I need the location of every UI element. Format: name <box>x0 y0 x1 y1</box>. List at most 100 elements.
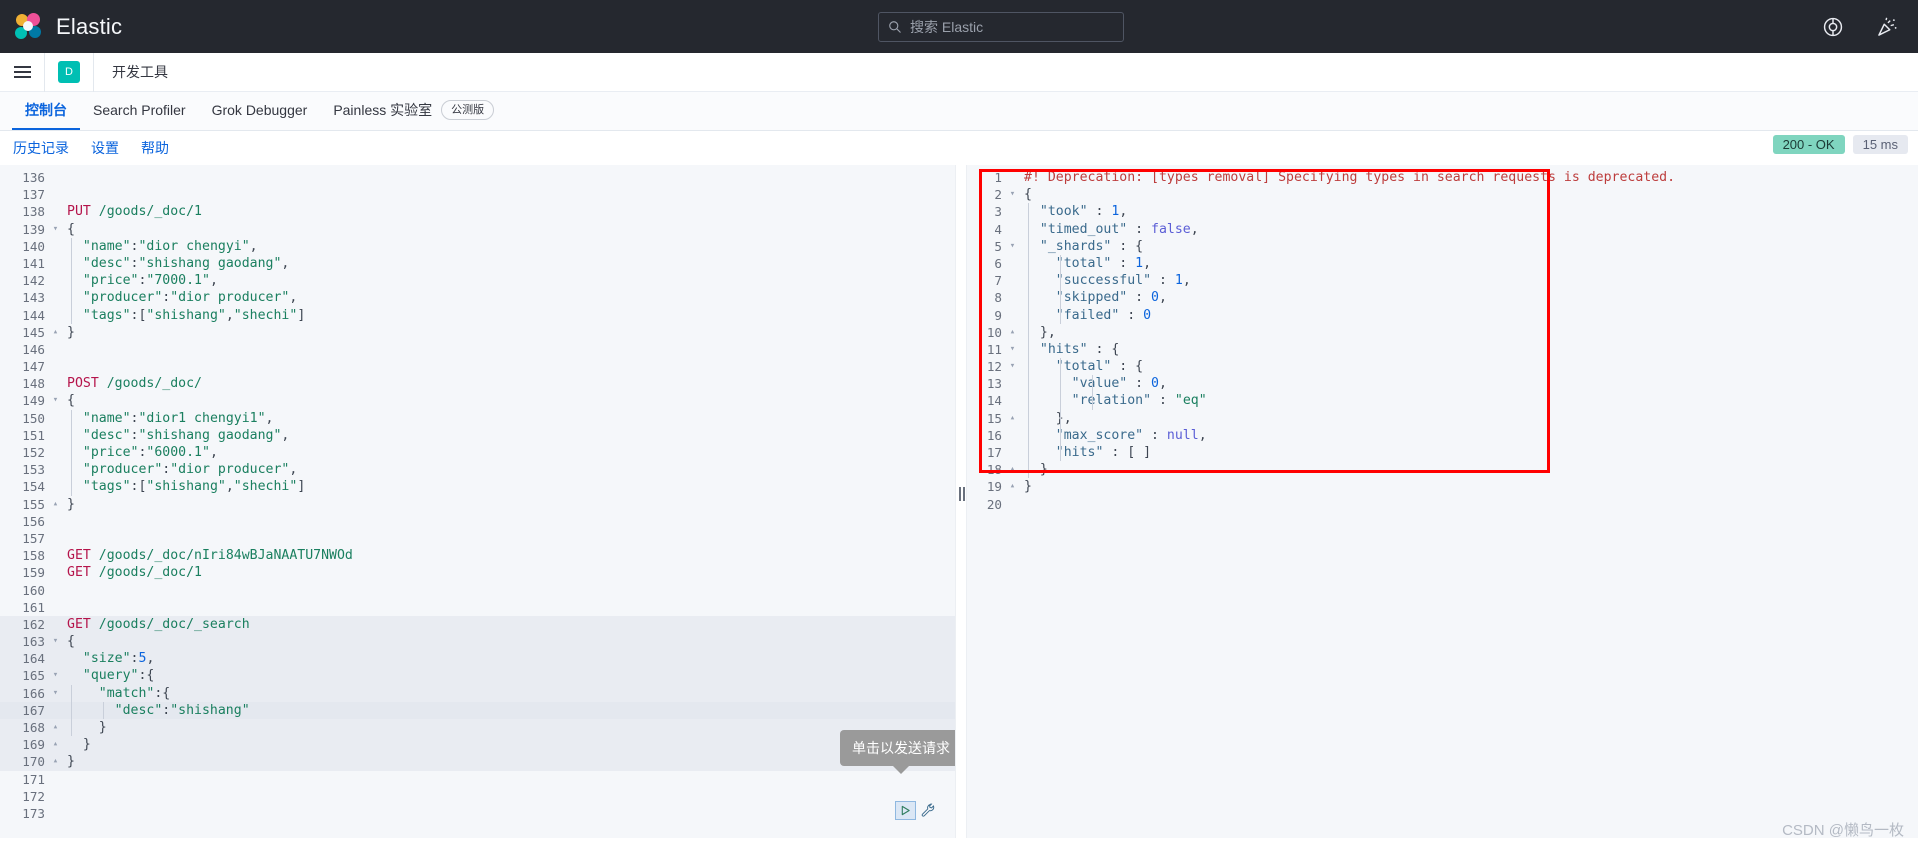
global-search-input[interactable]: 搜索 Elastic <box>878 12 1124 42</box>
code-line-text: "price":"7000.1", <box>67 273 218 289</box>
code-line: 153 "producer":"dior producer", <box>0 461 955 479</box>
indent-guide <box>1059 254 1061 273</box>
news-announcement-icon[interactable] <box>1876 16 1898 38</box>
request-actions-menu-button[interactable] <box>919 801 938 820</box>
indent-guide <box>71 444 72 462</box>
line-number: 173 <box>22 805 45 821</box>
line-number: 162 <box>22 616 45 632</box>
fold-toggle-icon[interactable]: ▴ <box>50 753 61 770</box>
help-lifebuoy-icon[interactable] <box>1822 16 1844 38</box>
code-line: 8 "skipped" : 0, <box>967 289 1918 307</box>
indent-guide <box>1091 375 1093 393</box>
code-line-text: GET /goods/_doc/nIri84wBJaNAATU7NWOd <box>67 548 353 564</box>
line-number: 149 <box>22 393 45 409</box>
code-line: 150 "name":"dior1 chengyi1", <box>0 409 955 427</box>
subbar-link-2[interactable]: 设置 <box>91 138 119 158</box>
line-number: 16 <box>986 427 1002 443</box>
code-line-text: #! Deprecation: [types removal] Specifyi… <box>1024 170 1676 185</box>
code-line-text: } <box>67 754 75 770</box>
code-line: 7 "successful" : 1, <box>967 272 1918 290</box>
fold-toggle-icon[interactable]: ▴ <box>50 719 61 736</box>
fold-toggle-icon[interactable]: ▾ <box>50 221 61 238</box>
indent-guide <box>1028 426 1029 444</box>
code-line-text: "producer":"dior producer", <box>67 462 298 478</box>
code-line-text: "tags":["shishang","shechi"] <box>67 307 306 323</box>
fold-toggle-icon[interactable]: ▴ <box>1007 461 1018 478</box>
tab-2[interactable]: Search Profiler <box>80 91 199 130</box>
app-badge: D <box>58 61 80 83</box>
fold-toggle-icon[interactable]: ▾ <box>50 392 61 409</box>
line-number: 153 <box>22 462 45 478</box>
wrench-icon <box>921 803 935 817</box>
indent-guide <box>1028 323 1029 341</box>
fold-toggle-icon[interactable]: ▾ <box>1007 186 1018 203</box>
status-badge-time: 15 ms <box>1852 135 1908 154</box>
indent-guide <box>1028 289 1029 307</box>
code-line: 158 GET /goods/_doc/nIri84wBJaNAATU7NWOd <box>0 547 955 564</box>
code-line-text: "total" : 1, <box>1024 255 1152 271</box>
code-line: 151 "desc":"shishang gaodang", <box>0 426 955 444</box>
code-line-text: }, <box>1024 410 1072 426</box>
code-line-text: "name":"dior chengyi", <box>67 238 258 254</box>
code-line: 140 "name":"dior chengyi", <box>0 237 955 255</box>
line-number: 145 <box>22 324 45 340</box>
fold-toggle-icon[interactable]: ▾ <box>1007 238 1018 255</box>
code-line-text: GET /goods/_doc/_search <box>67 616 250 632</box>
line-number: 18 <box>986 462 1002 478</box>
code-line: 165 ▾ "query":{ <box>0 667 955 685</box>
fold-toggle-icon[interactable]: ▴ <box>50 324 61 341</box>
code-line-text: "timed_out" : false, <box>1024 221 1199 237</box>
run-request-controls[interactable] <box>895 801 938 820</box>
request-editor-code[interactable]: 136 137 138 PUT /goods/_doc/1 139 ▾ {140 "name… <box>0 165 955 822</box>
tab-4[interactable]: Painless 实验室 公测版 <box>320 91 507 130</box>
line-number: 165 <box>22 668 45 684</box>
fold-toggle-icon[interactable]: ▴ <box>50 736 61 753</box>
line-number: 14 <box>986 393 1002 409</box>
code-line: 139 ▾ { <box>0 221 955 238</box>
hamburger-menu-icon[interactable] <box>0 53 44 92</box>
line-number: 15 <box>986 410 1002 426</box>
indent-guide <box>71 719 72 737</box>
line-number: 6 <box>994 255 1002 271</box>
subbar-link-1[interactable]: 历史记录 <box>13 138 69 158</box>
line-number: 11 <box>986 341 1002 357</box>
fold-toggle-icon[interactable]: ▾ <box>50 685 61 702</box>
tab-3[interactable]: Grok Debugger <box>199 91 321 130</box>
fold-toggle-icon[interactable]: ▾ <box>1007 341 1018 358</box>
code-line-text: "total" : { <box>1024 359 1144 375</box>
code-line: 1 #! Deprecation: [types removal] Specify… <box>967 169 1918 186</box>
line-number: 154 <box>22 479 45 495</box>
brand-home-link[interactable]: Elastic <box>0 12 122 41</box>
fold-toggle-icon[interactable]: ▴ <box>1007 478 1018 495</box>
indent-guide <box>1028 392 1029 410</box>
breadcrumb[interactable]: 开发工具 <box>112 62 168 82</box>
code-line-text: "tags":["shishang","shechi"] <box>67 479 306 495</box>
code-line: 17 "hits" : [ ] <box>967 444 1918 462</box>
tab-strip: 控制台 Search Profiler Grok Debugger Painless … <box>0 92 1918 131</box>
response-viewer-pane[interactable]: 1 #! Deprecation: [types removal] Specify… <box>967 165 1918 838</box>
send-request-button[interactable] <box>895 801 916 820</box>
fold-toggle-icon[interactable]: ▴ <box>1007 324 1018 341</box>
code-line: 137 <box>0 186 955 203</box>
fold-toggle-icon[interactable]: ▾ <box>1007 358 1018 375</box>
code-line-text: "hits" : { <box>1024 341 1120 357</box>
code-line: 166 ▾ "match":{ <box>0 684 955 702</box>
request-editor-pane[interactable]: 136 137 138 PUT /goods/_doc/1 139 ▾ {140 "name… <box>0 165 955 838</box>
code-line: 145 ▴} <box>0 324 955 341</box>
fold-toggle-icon[interactable]: ▴ <box>1007 410 1018 427</box>
subbar-link-3[interactable]: 帮助 <box>141 138 169 158</box>
indent-guide <box>71 254 72 273</box>
code-line-text: { <box>67 393 75 409</box>
code-line-text: "successful" : 1, <box>1024 273 1191 289</box>
fold-toggle-icon[interactable]: ▾ <box>50 667 61 684</box>
tab-1[interactable]: 控制台 <box>12 91 80 130</box>
code-line-text: "name":"dior1 chengyi1", <box>67 410 274 426</box>
indent-guide <box>71 426 72 444</box>
code-line: 149 ▾ { <box>0 392 955 409</box>
code-line: 148 POST /goods/_doc/ <box>0 375 955 392</box>
indent-guide <box>1028 254 1029 273</box>
fold-toggle-icon[interactable]: ▾ <box>50 633 61 650</box>
fold-toggle-icon[interactable]: ▴ <box>50 496 61 513</box>
line-number: 2 <box>994 187 1002 203</box>
pane-splitter[interactable] <box>955 165 967 838</box>
